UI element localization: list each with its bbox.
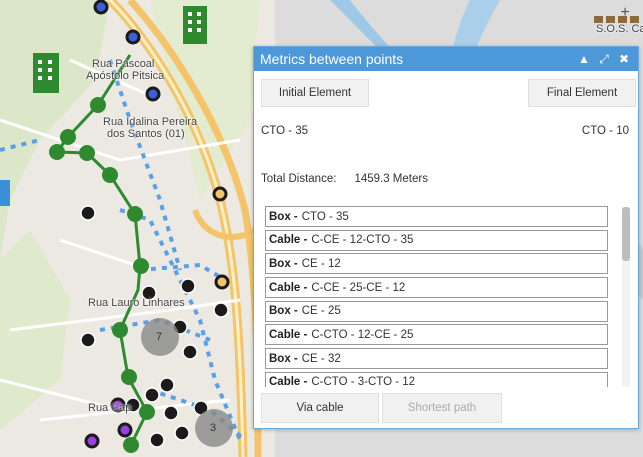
item-text: C-CTO - 3-CTO - 12	[311, 376, 416, 387]
item-text: C-CTO - 12-CE - 25	[311, 328, 414, 341]
item-kind: Cable -	[269, 376, 308, 387]
distance-value: 1459.3 Meters	[354, 173, 428, 185]
side-panel-toggle[interactable]	[0, 180, 10, 206]
scroll-thumb[interactable]	[622, 207, 630, 261]
expand-icon[interactable]: ⤢	[596, 51, 612, 67]
map-street-label: Rua Pascoal	[92, 58, 155, 70]
dialog-header[interactable]: Metrics between points ▲ ⤢ ✖	[254, 47, 638, 71]
item-kind: Box -	[269, 352, 298, 365]
list-item[interactable]: Cable - C-CE - 25-CE - 12	[265, 277, 608, 299]
item-kind: Cable -	[269, 328, 308, 341]
item-kind: Box -	[269, 305, 298, 318]
item-kind: Box -	[269, 210, 298, 223]
shortest-path-button[interactable]: Shortest path	[382, 393, 502, 423]
list-item[interactable]: Cable - C-CTO - 3-CTO - 12	[265, 371, 608, 387]
item-kind: Cable -	[269, 281, 308, 294]
list-item[interactable]: Box - CE - 25	[265, 300, 608, 322]
item-text: CE - 12	[301, 257, 341, 270]
cluster-count[interactable]: 3	[210, 422, 216, 434]
item-kind: Box -	[269, 257, 298, 270]
list-item[interactable]: Cable - C-CTO - 12-CE - 25	[265, 324, 608, 346]
item-text: CTO - 35	[301, 210, 349, 223]
map-street-label: Rua Idalina Pereira	[103, 116, 198, 128]
final-element-tab[interactable]: Final Element	[528, 79, 636, 107]
map-street-label: Rua Lauro Linhares	[88, 297, 185, 309]
final-element-value: CTO - 10	[581, 125, 629, 137]
collapse-icon[interactable]: ▲	[576, 51, 592, 67]
list-item[interactable]: Box - CTO - 35	[265, 206, 608, 227]
map-street-label: Apóstolo Pitsica	[86, 70, 165, 82]
initial-element-tab[interactable]: Initial Element	[261, 79, 369, 107]
item-text: CE - 32	[301, 352, 341, 365]
map-street-label: dos Santos (01)	[107, 128, 185, 140]
item-text: C-CE - 25-CE - 12	[311, 281, 406, 294]
path-element-list[interactable]: Box - CTO - 35 Cable - C-CE - 12-CTO - 3…	[265, 206, 610, 387]
list-item[interactable]: Box - CE - 12	[265, 253, 608, 275]
zoom-in-button[interactable]: +	[618, 5, 632, 21]
item-text: CE - 25	[301, 305, 341, 318]
close-icon[interactable]: ✖	[616, 51, 632, 67]
list-item[interactable]: Cable - C-CE - 12-CTO - 35	[265, 229, 608, 251]
via-cable-button[interactable]: Via cable	[261, 393, 379, 423]
list-scrollbar[interactable]	[622, 207, 630, 387]
item-text: C-CE - 12-CTO - 35	[311, 234, 414, 247]
list-item[interactable]: Box - CE - 32	[265, 348, 608, 370]
distance-label: Total Distance:	[261, 173, 337, 185]
map-street-label: Rua Cap	[88, 402, 132, 414]
item-kind: Cable -	[269, 234, 308, 247]
map-poi-label: S.O.S. Care	[596, 23, 643, 35]
cluster-count[interactable]: 7	[156, 331, 162, 343]
metrics-dialog: Metrics between points ▲ ⤢ ✖ Initial Ele…	[253, 46, 639, 429]
initial-element-value: CTO - 35	[261, 125, 309, 137]
total-distance: Total Distance: 1459.3 Meters	[261, 173, 428, 185]
dialog-title: Metrics between points	[260, 51, 404, 67]
